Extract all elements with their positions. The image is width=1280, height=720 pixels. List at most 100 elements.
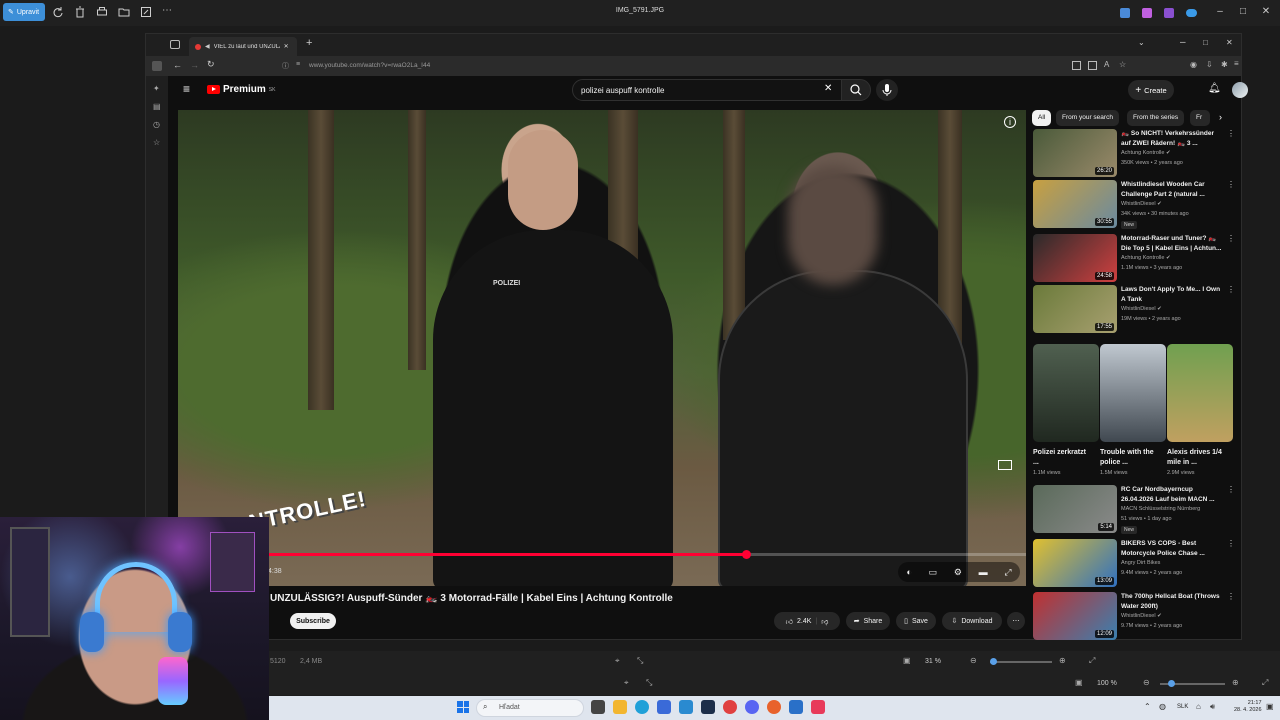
more-vertical-icon[interactable]: ⋮ [1227,485,1235,494]
history-icon[interactable]: ◷ [153,120,160,129]
taskbar-search[interactable]: Hľadat [476,699,584,717]
main-zoom-in-icon[interactable]: ⊕ [1232,678,1239,687]
app-icon-2[interactable] [1142,8,1152,18]
main-expand-icon[interactable]: ⤢ [1262,678,1268,688]
refresh-icon[interactable]: ↻ [207,59,215,70]
short-thumbnail[interactable] [1100,344,1166,442]
firefox-icon[interactable] [767,700,781,714]
browser-menu-icon[interactable]: ≡ [1234,59,1239,68]
zoom-level[interactable]: 31 % [925,658,941,665]
fit-icon[interactable]: ⤡ [637,656,643,666]
more-icon[interactable]: ⋯ [162,6,174,18]
app-store-icon[interactable] [657,700,671,714]
channel-name[interactable]: WhistlinDiesel ✔ [1121,613,1162,619]
autoplay-toggle-icon[interactable]: ◐ [906,567,911,577]
create-button[interactable]: + Create [1128,80,1174,100]
recommendation-item[interactable]: 30:55 Whistlindiesel Wooden Car Challenge… [1033,180,1235,230]
settings-icon[interactable]: ⚙ [954,567,962,578]
chip-from-your-search[interactable]: From your search [1056,110,1119,126]
recommendation-item[interactable]: 17:55 Laws Don't Apply To Me... I Own A T… [1033,285,1235,335]
video-thumbnail[interactable]: 17:55 [1033,285,1117,333]
main-zoom-level[interactable]: 100 % [1097,680,1117,687]
short-item[interactable]: Polizei zerkratzt ... 1.1M views [1033,344,1099,476]
short-item[interactable]: Trouble with the police ... 1.5M views [1100,344,1166,476]
notifications-icon[interactable]: 🔔︎ [1208,83,1221,94]
hamburger-menu-icon[interactable]: ≡ [183,82,190,96]
app-icon-blue[interactable] [789,700,803,714]
avatar[interactable] [1232,82,1248,98]
downloads-icon[interactable]: ⇩ [1206,60,1213,69]
chip-all[interactable]: All [1032,110,1052,126]
app-icon-3[interactable] [1164,8,1174,18]
edge-icon[interactable] [635,700,649,714]
reading-view-icon[interactable] [1088,61,1097,70]
main-zoom-knob[interactable] [1168,680,1175,687]
recommendation-title[interactable]: Laws Don't Apply To Me... I Own A Tank [1121,285,1225,305]
youtube-logo[interactable]: Premium SK [207,84,275,95]
extensions-icon[interactable]: ✱ [1221,60,1228,69]
close-icon[interactable]: ✕ [1260,6,1272,18]
video-thumbnail[interactable]: 5:14 [1033,485,1117,533]
search-input[interactable]: polizei auspuff kontrolle [572,79,842,101]
zoom-slider-knob[interactable] [990,658,997,665]
new-tab-icon[interactable]: + [306,37,312,49]
video-thumbnail[interactable]: 26:20 [1033,129,1117,177]
forward-icon[interactable]: → [190,60,199,70]
back-icon[interactable]: ← [173,60,182,70]
channel-name[interactable]: MACN Schlüsselstring Nürnberg [1121,506,1200,512]
profile-icon[interactable]: ◉ [1190,60,1197,69]
tray-app-icon[interactable]: ◍ [1159,702,1166,711]
voice-search-button[interactable] [876,79,898,101]
recommendation-item[interactable]: 5:14 RC Car Nordbayerncup 26.04.2026 Lauf… [1033,485,1235,535]
maximize-icon[interactable]: □ [1237,6,1249,18]
recommendation-title[interactable]: 🏍️ So NICHT! Verkehrssünder auf ZWEI Räd… [1121,129,1225,149]
download-button[interactable]: ⇩ Download [942,612,1002,630]
recommendation-title[interactable]: BIKERS VS COPS - Best Motorcycle Police … [1121,539,1225,559]
recommendation-title[interactable]: RC Car Nordbayerncup 26.04.2026 Lauf bei… [1121,485,1225,505]
more-actions-button[interactable]: ⋯ [1007,612,1025,630]
site-info-icon[interactable]: ⓘ [282,61,289,71]
recommendation-item[interactable]: 26:20 🏍️ So NICHT! Verkehrssünder auf ZWE… [1033,129,1235,179]
video-player[interactable]: POLIZEI NTROLLE! i 4:38 ◐ ▭ ⚙ ▬ ⤢ [178,110,1026,586]
language-indicator[interactable]: SLK [1177,704,1188,710]
recommendation-item[interactable]: 13:09 BIKERS VS COPS - Best Motorcycle Po… [1033,539,1235,589]
browser-minimize-icon[interactable]: – [1180,37,1186,48]
browser-tab[interactable]: ◀ VIEL zu laut und UNZULÄ ✕ [189,37,297,56]
favorites-sidebar-icon[interactable]: ☆ [153,138,160,147]
chip-more[interactable]: Fr [1190,110,1210,126]
volume-icon[interactable]: 🔊︎ [1210,702,1215,712]
copilot-icon[interactable]: ✦ [153,84,160,93]
short-title[interactable]: Trouble with the police ... [1100,448,1156,468]
task-view-icon[interactable] [591,700,605,714]
app-icon-pink[interactable] [811,700,825,714]
recommendation-item[interactable]: 24:58 Motorrad-Raser und Tuner? 🏍️ Die To… [1033,234,1235,284]
more-vertical-icon[interactable]: ⋮ [1227,180,1235,189]
tab-list-icon[interactable]: ⌄ [1138,38,1145,47]
short-title[interactable]: Polizei zerkratzt ... [1033,448,1089,468]
notification-center-icon[interactable]: ▣ [1266,702,1274,711]
network-icon[interactable]: ⌂ [1196,702,1201,711]
channel-name[interactable]: Achtung Kontrolle ✔ [1121,150,1171,156]
rotate-icon[interactable] [52,6,64,18]
expand-icon[interactable]: ⤢ [1089,656,1095,666]
fullscreen-viewer-icon[interactable]: ⤡ [646,678,652,688]
start-icon[interactable] [457,701,469,713]
minimize-icon[interactable]: – [1214,6,1226,18]
tray-chevron-icon[interactable]: ⌃ [1144,702,1151,711]
more-vertical-icon[interactable]: ⋮ [1227,539,1235,548]
discord-icon[interactable] [745,700,759,714]
subscribe-button[interactable]: Subscribe [290,613,336,629]
speaker-icon[interactable]: ◀ [205,43,210,50]
chip-from-the-series[interactable]: From the series [1127,110,1185,126]
video-thumbnail[interactable]: 13:09 [1033,539,1117,587]
more-vertical-icon[interactable]: ⋮ [1227,129,1235,138]
channel-name[interactable]: WhistlinDiesel ✔ [1121,306,1162,312]
short-item[interactable]: Alexis drives 1/4 mile in ... 2.9M views [1167,344,1233,476]
fullscreen-icon[interactable]: ⤢ [1004,567,1011,578]
more-vertical-icon[interactable]: ⋮ [1227,285,1235,294]
favorite-icon[interactable]: ☆ [1119,60,1126,69]
edit-image-icon[interactable] [140,6,152,18]
folder-icon[interactable] [118,6,130,18]
url-field[interactable]: www.youtube.com/watch?v=rwaO2La_I44 [309,62,430,69]
print-icon[interactable] [96,6,108,18]
